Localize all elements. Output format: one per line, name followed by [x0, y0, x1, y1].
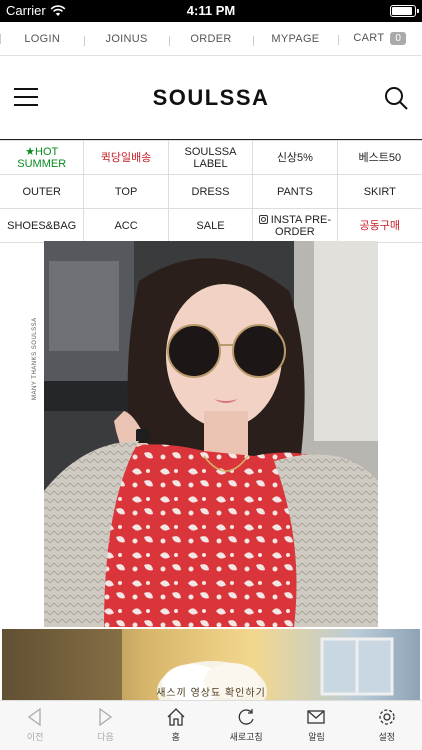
category-grid: ★HOT SUMMER 퀵당일배송 SOULSSA LABEL 신상5% 베스트… — [0, 140, 422, 243]
home-icon — [167, 708, 185, 726]
category-shoes-bag[interactable]: SHOES&BAG — [0, 209, 85, 243]
status-bar: Carrier 4:11 PM — [0, 0, 422, 22]
category-outer[interactable]: OUTER — [0, 175, 85, 209]
insta-label: INSTA PRE-ORDER — [270, 213, 332, 238]
bottom-tab-bar: 이전 다음 홈 새로고침 알림 설정 — [0, 700, 422, 750]
category-hot-summer[interactable]: ★HOT SUMMER — [0, 141, 85, 175]
tab-refresh-label: 새로고침 — [229, 732, 263, 742]
battery-icon — [390, 5, 419, 17]
model-illustration — [44, 241, 378, 627]
joinus-link[interactable]: JOINUS — [84, 33, 168, 46]
category-group-buy[interactable]: 공동구매 — [337, 209, 422, 243]
category-sale[interactable]: SALE — [168, 209, 254, 243]
category-skirt[interactable]: SKIRT — [337, 175, 422, 209]
promo-banner[interactable]: 새스끼 영상됴 확인하기 — [2, 629, 420, 701]
mail-icon — [307, 710, 326, 724]
site-logo[interactable]: SOULSSA — [0, 85, 422, 111]
tab-refresh[interactable]: 새로고침 — [211, 701, 281, 750]
forward-arrow-icon — [99, 707, 113, 727]
category-acc[interactable]: ACC — [84, 209, 169, 243]
banner-caption: 새스끼 영상됴 확인하기 — [156, 688, 266, 699]
cart-count-badge: 0 — [390, 32, 407, 45]
tab-settings[interactable]: 설정 — [352, 701, 422, 750]
search-icon[interactable] — [384, 86, 408, 110]
category-insta-preorder[interactable]: INSTA PRE-ORDER — [253, 209, 338, 243]
category-new-5[interactable]: 신상5% — [253, 141, 338, 175]
category-top[interactable]: TOP — [84, 175, 169, 209]
cart-link[interactable]: CART 0 — [337, 32, 422, 45]
tab-settings-label: 설정 — [378, 732, 396, 742]
tab-back-label: 이전 — [26, 732, 44, 742]
tab-forward[interactable]: 다음 — [70, 701, 140, 750]
site-header: SOULSSA — [0, 57, 422, 140]
category-dress[interactable]: DRESS — [168, 175, 254, 209]
tab-back[interactable]: 이전 — [0, 701, 70, 750]
refresh-icon — [238, 709, 254, 725]
status-time: 4:11 PM — [186, 3, 236, 18]
category-same-day-delivery[interactable]: 퀵당일배송 — [84, 141, 169, 175]
category-pants[interactable]: PANTS — [253, 175, 338, 209]
back-arrow-icon — [28, 707, 41, 727]
tab-home-label: 홈 — [171, 732, 180, 742]
cart-label: CART — [353, 32, 385, 44]
tab-home[interactable]: 홈 — [141, 701, 211, 750]
gear-icon — [379, 709, 395, 725]
category-best-50[interactable]: 베스트50 — [337, 141, 422, 175]
tab-notice-label: 알림 — [308, 732, 325, 742]
tab-notice[interactable]: 알림 — [281, 701, 351, 750]
login-link[interactable]: LOGIN — [0, 33, 84, 45]
top-nav: LOGIN JOINUS ORDER MYPAGE CART 0 — [0, 22, 422, 56]
photo-watermark: MANY THANKS SOULSSA — [32, 317, 38, 400]
product-photo[interactable] — [44, 241, 378, 627]
mypage-link[interactable]: MYPAGE — [253, 33, 337, 46]
category-soulssa-label[interactable]: SOULSSA LABEL — [168, 141, 254, 175]
tab-forward-label: 다음 — [97, 732, 114, 742]
order-link[interactable]: ORDER — [168, 33, 253, 46]
instagram-icon — [258, 214, 268, 224]
